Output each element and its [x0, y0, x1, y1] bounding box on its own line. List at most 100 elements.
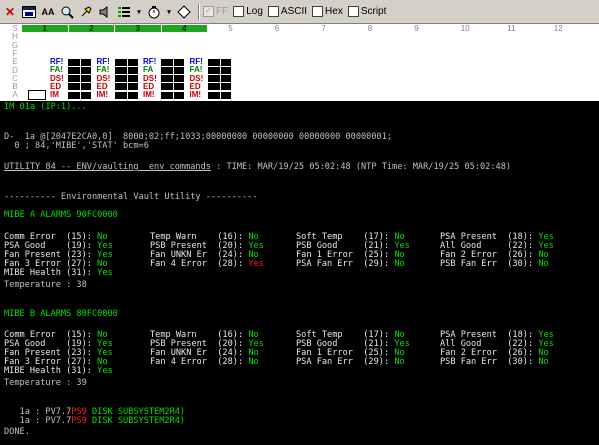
list-icon[interactable]	[116, 4, 132, 20]
status-block	[127, 58, 138, 66]
status-block	[161, 58, 173, 66]
status-label[interactable]: IM	[50, 91, 59, 99]
status-block	[114, 66, 127, 74]
column-number-12: 12	[553, 24, 563, 33]
status-block	[220, 75, 231, 83]
column-number-11: 11	[507, 24, 516, 33]
alarm-value: No	[394, 259, 405, 269]
alarm-value: No	[538, 357, 549, 367]
column-number-6: 6	[274, 24, 280, 33]
status-block	[114, 83, 127, 91]
status-block	[81, 66, 91, 74]
status-block	[127, 66, 138, 74]
status-block	[114, 91, 127, 99]
alarm-label: Fan 4 Error (28):	[150, 259, 249, 269]
alarm-entry: PSB Fan Err (30): No	[440, 358, 549, 367]
dropdown-arrow-icon[interactable]: ▾	[165, 4, 173, 20]
status-block	[161, 66, 173, 74]
status-block	[220, 66, 231, 74]
done-line: DONE.	[4, 427, 30, 437]
dropdown-arrow-icon[interactable]: ▾	[135, 4, 143, 20]
section-title: ---------- Environmental Vault Utility -…	[4, 192, 258, 202]
status-block	[174, 75, 184, 83]
status-block	[68, 91, 80, 99]
disk-suffix: DISK SUBSYSTEM2R4)	[86, 416, 186, 426]
status-block	[220, 58, 231, 66]
checkbox-script[interactable]: Script	[347, 6, 387, 17]
status-block	[161, 83, 173, 91]
checkbox-box: ✓	[203, 6, 214, 17]
close-icon[interactable]: ✕	[2, 4, 18, 20]
status-label[interactable]: IM!	[190, 91, 202, 99]
alarm-entry: MIBE Health (31): Yes	[4, 269, 113, 278]
column-header-1[interactable]: 1	[22, 25, 68, 33]
status-block	[207, 91, 220, 99]
alarm-value: No	[248, 357, 259, 367]
column-header-2[interactable]: 2	[68, 25, 114, 33]
status-block	[114, 75, 127, 83]
alarm-value: No	[394, 357, 405, 367]
row-letter-a: A	[12, 90, 18, 100]
checkbox-box	[233, 6, 245, 17]
terminal-output[interactable]: IM 01a (IP:1)... D- 1a @[2047E2CA0,0] 80…	[0, 101, 599, 445]
alarm-label: PSB Fan Err (30):	[440, 357, 539, 367]
alarm-entry: Fan 4 Error (28): Yes	[150, 260, 264, 269]
pin-icon[interactable]	[78, 4, 94, 20]
search-icon[interactable]	[59, 4, 75, 20]
status-label[interactable]: IM!	[97, 91, 109, 99]
time-stamp: : TIME: MAR/19/25 05:02:48 (NTP Time: MA…	[210, 162, 512, 172]
diamond-icon[interactable]	[176, 4, 192, 20]
alarm-value: Yes	[248, 259, 264, 269]
mibe-b-title: MIBE B ALARMS 80FC0000	[4, 309, 118, 319]
timer-icon[interactable]	[146, 4, 162, 20]
checkbox-label: Script	[360, 6, 387, 17]
checkbox-box	[312, 6, 324, 17]
speaker-icon[interactable]	[97, 4, 113, 20]
alarm-entry: PSA Fan Err (29): No	[296, 358, 405, 367]
alarm-label: MIBE Health (31):	[4, 268, 98, 278]
status-block	[68, 75, 80, 83]
column-header-4[interactable]: 4	[161, 25, 207, 33]
utility-header: UTILITY 84 -- ENV/vaulting env_commands …	[4, 163, 511, 172]
command-line: 0 ; 84,'MIBE','STAT' bcm=6	[4, 141, 149, 151]
checkbox-box	[267, 6, 279, 17]
checkbox-label: FF	[216, 6, 229, 17]
alarm-label: PSA Fan Err (29):	[296, 259, 395, 269]
checkbox-label: Hex	[325, 6, 343, 17]
toolbar-separator	[198, 3, 200, 20]
status-block	[174, 66, 184, 74]
alarm-label: Fan 4 Error (28):	[150, 357, 249, 367]
status-block	[68, 83, 80, 91]
status-block	[207, 66, 220, 74]
status-block	[127, 75, 138, 83]
status-block	[114, 58, 127, 66]
column-number-10: 10	[460, 24, 470, 33]
utility-label: UTILITY 84 -- ENV/vaulting env_commands	[4, 162, 211, 172]
alarm-value: Yes	[97, 268, 113, 278]
disk-code: PS9	[71, 416, 87, 426]
window-icon[interactable]	[21, 4, 37, 20]
slot-status-grid: S H G F E D C B A 1 2 3 4 5 6 7 8 9 10 11 12 RF! FA! DS! ED IM RF!…	[0, 24, 599, 101]
status-label[interactable]: IM!	[143, 91, 155, 99]
checkbox-log[interactable]: Log	[233, 6, 263, 17]
column-number-9: 9	[414, 24, 419, 33]
mibe-b-temperature: Temperature : 39	[4, 378, 87, 388]
alarm-label: MIBE Health (31):	[4, 366, 98, 376]
aa-icon[interactable]: AA	[40, 4, 56, 20]
mibe-a-temperature: Temperature : 38	[4, 280, 87, 290]
checkbox-hex[interactable]: Hex	[312, 6, 343, 17]
status-block	[68, 58, 80, 66]
status-block	[174, 83, 184, 91]
status-block	[174, 91, 184, 99]
disk-prefix: 1a : PV7.7	[4, 416, 72, 426]
checkbox-ascii[interactable]: ASCII	[267, 6, 307, 17]
status-block	[207, 83, 220, 91]
alarm-label: PSB Fan Err (30):	[440, 259, 539, 269]
status-block	[127, 91, 138, 99]
alarm-value: No	[538, 259, 549, 269]
status-block	[207, 58, 220, 66]
selected-cell[interactable]	[28, 90, 46, 100]
column-header-3[interactable]: 3	[115, 25, 161, 33]
status-block	[161, 91, 173, 99]
status-block	[207, 75, 220, 83]
